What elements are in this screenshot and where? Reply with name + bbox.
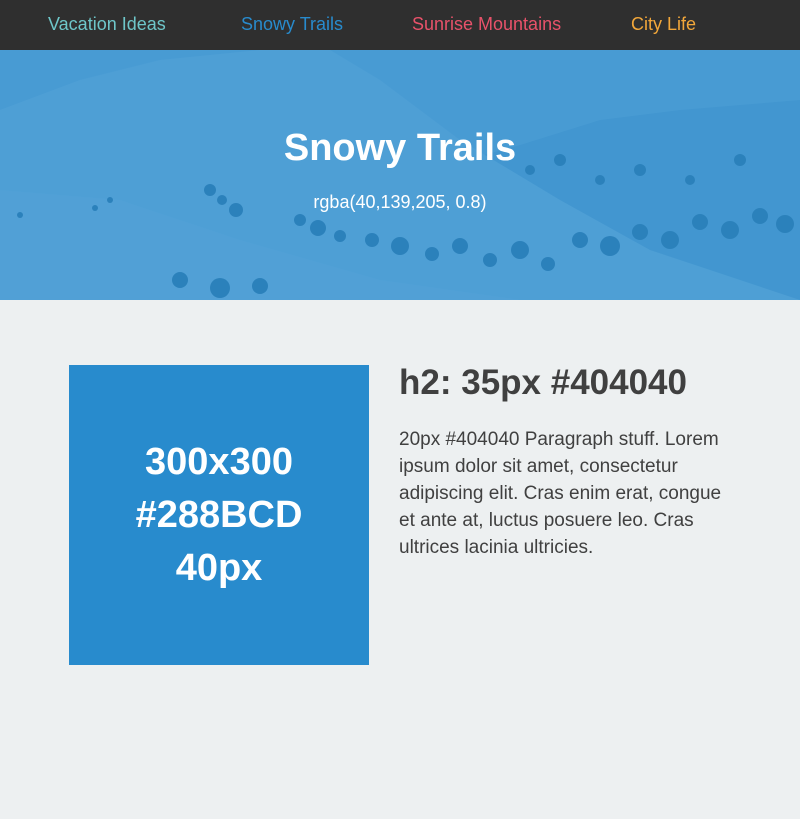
hero-title: Snowy Trails (283, 127, 517, 169)
box-line-size: 300x300 (145, 440, 293, 483)
feature-color-box: 300x300 #288BCD 40px (69, 365, 369, 665)
nav-link-snowy-trails[interactable]: Snowy Trails (241, 12, 343, 36)
section-paragraph: 20px #404040 Paragraph stuff. Lorem ipsu… (399, 429, 722, 558)
main-content: 300x300 #288BCD 40px h2: 35px #404040 20… (0, 300, 800, 819)
hero-subtitle: rgba(40,139,205, 0.8) (313, 192, 487, 212)
box-line-font-size: 40px (175, 546, 263, 589)
blue-overlay (0, 50, 800, 300)
nav-link-vacation-ideas[interactable]: Vacation Ideas (48, 12, 166, 36)
hero-banner: Snowy Trails rgba(40,139,205, 0.8) (0, 50, 800, 300)
nav-link-city-life[interactable]: City Life (631, 12, 696, 36)
top-navigation: Vacation Ideas Snowy Trails Sunrise Moun… (0, 0, 800, 50)
nav-link-sunrise-mountains[interactable]: Sunrise Mountains (412, 12, 561, 36)
section-heading: h2: 35px #404040 (399, 363, 687, 402)
box-line-color: #288BCD (135, 493, 303, 536)
feature-text: h2: 35px #404040 20px #404040 Paragraph … (399, 362, 729, 561)
